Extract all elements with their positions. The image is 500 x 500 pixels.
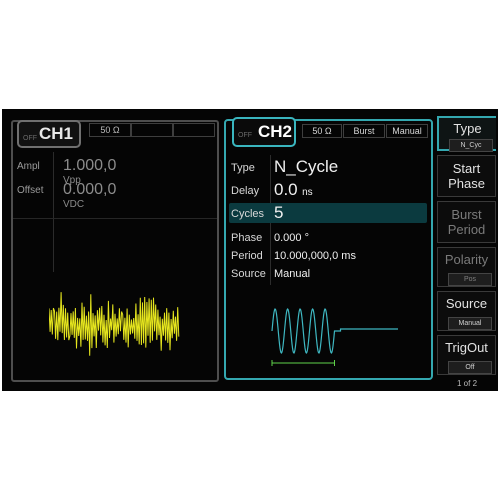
ch1-offset-row[interactable]: Offset 0.000,0 VDC [17,181,116,210]
ch1-trigger-slot [173,123,215,137]
type-value[interactable]: N_Cycle [274,157,338,177]
phase-label: Phase [231,232,263,244]
ch1-amplitude-number: 1.000,0 [63,157,117,174]
ch1-off-indicator: OFF [23,135,37,142]
ch1-offset-number: 0.000,0 [63,181,117,198]
source-softkey[interactable]: Source Manual [437,291,496,331]
delay-value[interactable]: 0.0 ns [274,180,313,200]
ch1-tab[interactable]: OFF CH1 [17,120,81,148]
ch2-title: CH2 [258,122,293,141]
polarity-softkey-value: Pos [448,273,492,286]
type-softkey-label: Type [453,121,482,136]
start-phase-softkey[interactable]: Start Phase [437,155,496,197]
source-softkey-label: Source [445,296,488,311]
page-indicator[interactable]: 1 of 2 [457,379,477,388]
ch2-impedance: 50 Ω [302,124,342,138]
ch1-panel[interactable]: OFF CH1 50 Ω Ampl 1.000,0 Vpp Offset 0.0… [11,120,219,382]
ch1-grid-vertical [53,152,54,272]
cycles-label: Cycles [231,208,265,220]
ch2-off-indicator: OFF [238,132,252,139]
trigout-softkey-value: Off [448,361,492,374]
generator-screen: OFF CH1 50 Ω Ampl 1.000,0 Vpp Offset 0.0… [2,109,498,391]
ch1-mode-slot [131,123,173,137]
burst-period-line2: Period [447,222,486,237]
period-label: Period [231,250,263,262]
ch2-tab[interactable]: OFF CH2 [232,117,296,147]
ch1-waveform-preview [49,292,180,356]
ch1-offset-unit: VDC [63,199,85,210]
ch1-grid-horizontal [13,218,217,219]
ch1-impedance: 50 Ω [89,123,131,137]
ch2-burst-waveform-preview [271,308,398,366]
burst-period-softkey[interactable]: Burst Period [437,201,496,243]
polarity-softkey-label: Polarity [444,252,489,267]
phase-value[interactable]: 0.000 ° [274,232,309,244]
trigout-softkey[interactable]: TrigOut Off [437,335,496,375]
ch2-burst-trace [271,308,398,354]
type-softkey-value: N_Cyc [449,139,493,152]
ch2-mode: Burst [343,124,385,138]
source-softkey-value: Manual [448,317,492,330]
type-softkey[interactable]: Type N_Cyc [437,116,496,152]
source-label: Source [231,268,266,280]
cycles-value[interactable]: 5 [274,203,283,223]
trigout-softkey-label: TrigOut [445,340,488,355]
delay-unit: ns [302,187,313,198]
ch1-noise-trace [49,292,180,356]
ch1-offset-label: Offset [17,185,44,196]
ch2-trigger-mode: Manual [386,124,428,138]
ch1-amplitude-label: Ampl [17,161,40,172]
period-value[interactable]: 10.000,000,0 ms [274,250,356,262]
source-value[interactable]: Manual [274,268,310,280]
type-label: Type [231,162,255,174]
polarity-softkey[interactable]: Polarity Pos [437,247,496,287]
ch1-amplitude-row[interactable]: Ampl 1.000,0 Vpp [17,157,116,186]
ch1-offset-value: 0.000,0 VDC [63,181,116,210]
ch1-title: CH1 [39,124,74,143]
start-phase-line1: Start [452,161,481,176]
delay-number: 0.0 [274,180,298,199]
ch2-panel[interactable]: OFF CH2 50 Ω Burst Manual Type N_Cycle D… [224,117,433,380]
delay-label: Delay [231,185,260,197]
burst-period-line1: Burst [451,207,482,222]
start-phase-line2: Phase [448,176,485,191]
